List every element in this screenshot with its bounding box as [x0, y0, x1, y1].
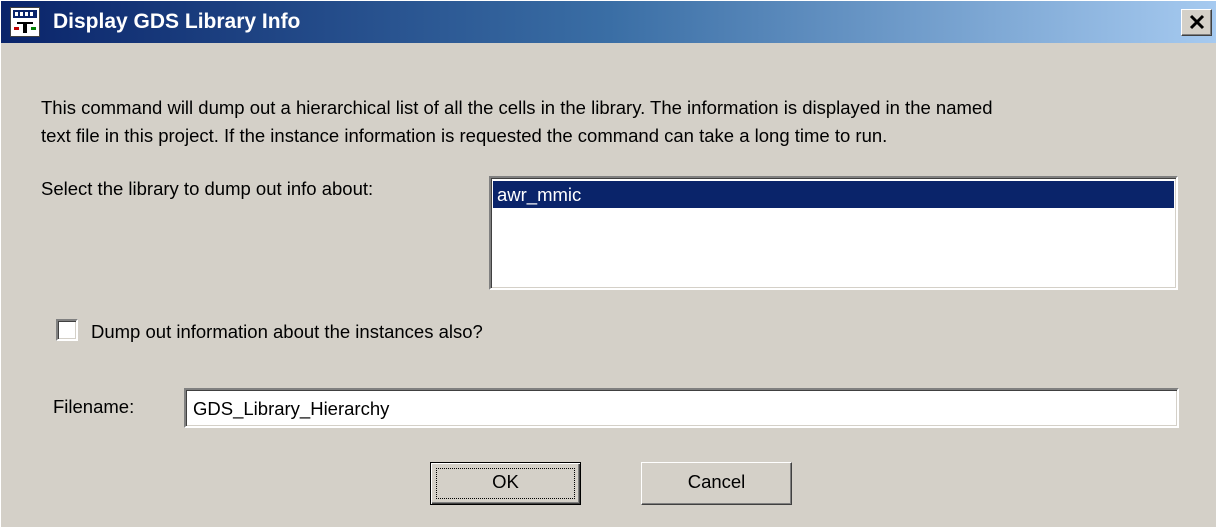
description-line-2: text file in this project. If the instan…	[41, 125, 888, 146]
library-item-selected[interactable]: awr_mmic	[493, 181, 1174, 208]
instances-checkbox[interactable]	[56, 319, 78, 341]
window-title: Display GDS Library Info	[53, 10, 301, 33]
instances-checkbox-label[interactable]: Dump out information about the instances…	[91, 321, 483, 343]
filename-label: Filename:	[53, 396, 135, 417]
filename-input[interactable]: GDS_Library_Hierarchy	[184, 388, 1179, 428]
dialog-window: Display GDS Library Info This command wi…	[0, 0, 1216, 527]
cancel-button[interactable]: Cancel	[641, 462, 792, 505]
description-line-1: This command will dump out a hierarchica…	[41, 97, 993, 118]
title-bar[interactable]: Display GDS Library Info	[1, 1, 1216, 43]
library-label: Select the library to dump out info abou…	[41, 178, 374, 199]
gds-app-icon	[10, 7, 40, 37]
ok-button[interactable]: OK	[430, 462, 581, 505]
close-icon	[1189, 14, 1205, 30]
library-listbox[interactable]: awr_mmic	[489, 176, 1178, 290]
cancel-button-label: Cancel	[687, 471, 746, 492]
filename-value[interactable]: GDS_Library_Hierarchy	[193, 398, 389, 420]
close-button[interactable]	[1181, 9, 1212, 36]
description-text: This command will dump out a hierarchica…	[41, 94, 992, 150]
focus-rectangle	[436, 468, 575, 499]
